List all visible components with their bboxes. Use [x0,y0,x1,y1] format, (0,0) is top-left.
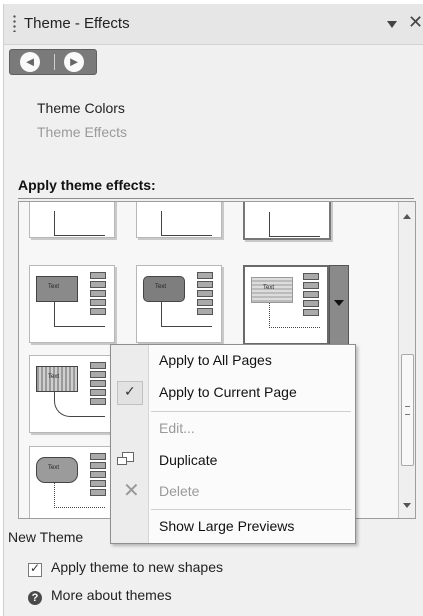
menu-item-apply-all-pages[interactable]: Apply to All Pages [111,345,355,375]
context-menu: Apply to All Pages ✓ Apply to Current Pa… [110,344,356,544]
title-bar: Theme - Effects ✕ [4,4,423,45]
nav-divider [54,54,55,70]
help-icon[interactable]: ? [28,591,42,605]
pane-menu-caret-icon[interactable] [387,21,397,28]
section-heading: Apply theme effects: [18,177,156,193]
effect-thumbnail[interactable]: Text [136,265,222,343]
theme-effects-pane-frame: Theme - Effects ✕ ◄ ► Theme Colors Theme… [0,0,423,616]
checkmark-icon: ✓ [117,381,143,405]
theme-colors-link[interactable]: Theme Colors [37,100,125,116]
menu-separator [151,509,351,510]
more-about-themes-link[interactable]: More about themes [51,587,172,603]
chevron-down-icon [334,300,344,306]
effect-thumbnail[interactable] [243,202,331,240]
scroll-thumb[interactable] [401,354,414,466]
task-pane: Theme - Effects ✕ ◄ ► Theme Colors Theme… [3,4,423,616]
drag-grip-icon[interactable] [13,14,16,32]
theme-effects-link[interactable]: Theme Effects [37,124,127,140]
new-theme-label[interactable]: New Theme [8,529,83,545]
delete-icon: ✕ [123,480,140,502]
gallery-scrollbar[interactable] [398,202,415,518]
back-button-icon[interactable]: ◄ [20,52,40,72]
duplicate-icon-back [117,457,127,465]
effect-thumbnail[interactable] [136,202,222,238]
section-divider [18,198,414,199]
scroll-down-icon[interactable] [403,503,411,508]
menu-item-duplicate[interactable]: Duplicate [111,445,355,475]
menu-item-show-large-previews[interactable]: Show Large Previews [111,511,355,541]
effect-thumbnail[interactable]: Text [29,265,115,343]
apply-new-shapes-label[interactable]: Apply theme to new shapes [51,559,223,575]
menu-separator [151,411,351,412]
thumbnail-dropdown-button[interactable] [329,265,349,345]
close-icon[interactable]: ✕ [408,13,423,31]
effect-thumbnail[interactable] [29,202,115,238]
menu-item-edit[interactable]: Edit... [111,413,355,443]
effect-thumbnail-selected[interactable]: Text [243,265,329,345]
pane-title: Theme - Effects [24,15,130,32]
apply-new-shapes-checkbox[interactable]: ✓ [28,561,42,577]
menu-item-delete[interactable]: ✕ Delete [111,476,355,506]
effect-thumbnail[interactable]: Text [29,355,115,433]
forward-button-icon[interactable]: ► [64,52,84,72]
scroll-up-icon[interactable] [403,214,411,219]
effect-thumbnail[interactable]: Text [29,446,115,518]
menu-item-apply-current-page[interactable]: ✓ Apply to Current Page [111,377,355,407]
nav-buttons: ◄ ► [9,49,97,75]
